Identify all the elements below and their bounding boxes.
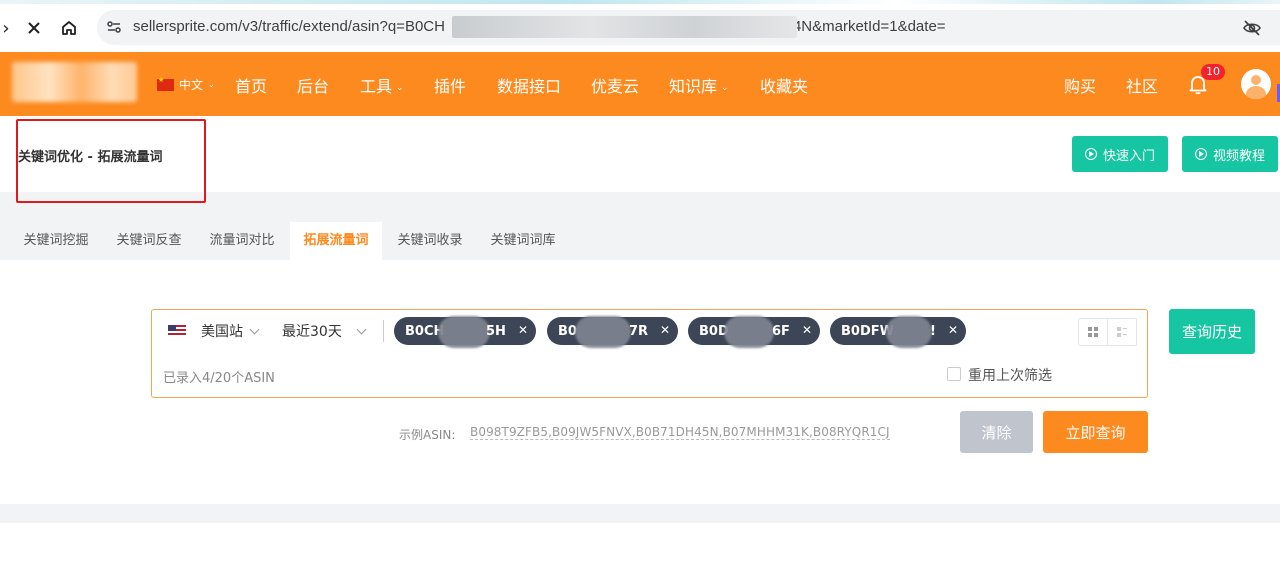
highlight-box	[16, 119, 206, 203]
language-selector[interactable]: 中文 ⌄	[157, 76, 215, 93]
asin-chip-tail: !	[930, 323, 936, 339]
asin-chip: B0CH 5H ✕	[394, 316, 536, 348]
tool-tabs: 关键词挖掘 关键词反查 流量词对比 拓展流量词 关键词收录 关键词词库	[0, 222, 1280, 260]
video-tutorial-label: 视频教程	[1212, 148, 1265, 164]
list-icon	[1117, 327, 1127, 337]
nav-youmaiyun[interactable]: 优麦云	[591, 73, 639, 97]
redaction-blob	[724, 316, 774, 348]
site-logo[interactable]	[12, 62, 137, 102]
site-settings-icon[interactable]	[105, 18, 123, 36]
nav-plugins[interactable]: 插件	[434, 73, 466, 97]
redaction-blob	[438, 316, 490, 348]
quick-start-label: 快速入门	[1102, 148, 1155, 164]
eye-off-icon[interactable]	[1242, 18, 1262, 38]
site-header: 中文 ⌄ 首页 后台 工具⌄ 插件 数据接口 优麦云 知识库⌄ 收藏夹 购买 社…	[0, 52, 1280, 116]
tab-traffic-compare[interactable]: 流量词对比	[198, 222, 286, 260]
nav-community[interactable]: 社区	[1126, 73, 1158, 97]
grid-icon	[1088, 327, 1098, 337]
main-panel: 美国站 最近30天 B0CH 5H ✕ B0 7R ✕ B0D 6F ✕ B0D…	[0, 260, 1280, 504]
chevron-down-icon: ⌄	[396, 83, 404, 93]
chevron-down-icon	[249, 324, 260, 335]
nav-home[interactable]: 首页	[235, 73, 267, 97]
example-asin-label: 示例ASIN:	[399, 428, 456, 442]
marketplace-select[interactable]: 美国站	[201, 321, 260, 341]
chevron-down-icon: ⌄	[208, 80, 215, 89]
grid-view-button[interactable]	[1079, 319, 1108, 345]
nav-dashboard[interactable]: 后台	[297, 73, 329, 97]
notification-badge: 10	[1201, 64, 1225, 80]
asin-chip: B0 7R ✕	[547, 316, 678, 348]
address-bar[interactable]: sellersprite.com/v3/traffic/extend/asin?…	[97, 10, 1280, 45]
redaction-blob	[575, 316, 631, 348]
stop-loading-button[interactable]	[20, 14, 48, 42]
asin-count: 已录入4/20个ASIN	[163, 371, 275, 386]
nav-data-api[interactable]: 数据接口	[497, 73, 561, 97]
clear-button[interactable]: 清除	[960, 411, 1033, 453]
avatar-body	[1246, 86, 1266, 99]
query-history-button[interactable]: 查询历史	[1169, 309, 1255, 354]
tab-strip-accent	[0, 0, 1280, 4]
asin-chip-tail: 7R	[629, 323, 649, 339]
forward-arrow-icon[interactable]: ›	[0, 14, 20, 42]
url-redaction	[452, 16, 797, 38]
tab-keyword-mining[interactable]: 关键词挖掘	[12, 222, 100, 260]
video-tutorial-button[interactable]: 视频教程	[1182, 136, 1278, 172]
chevron-down-icon	[356, 324, 367, 335]
us-flag-icon	[168, 325, 186, 337]
section-divider	[0, 504, 1280, 523]
quick-start-button[interactable]: 快速入门	[1072, 136, 1168, 172]
tab-keyword-index[interactable]: 关键词收录	[386, 222, 474, 260]
browser-toolbar: › sellersprite.com/v3/traffic/extend/asi…	[0, 0, 1280, 52]
date-range-select[interactable]: 最近30天	[282, 321, 367, 341]
chevron-down-icon: ⌄	[721, 83, 729, 93]
close-icon[interactable]: ✕	[802, 323, 812, 337]
nav-knowledge-base[interactable]: 知识库 ⌄	[669, 73, 729, 97]
reuse-filter-label[interactable]: 重用上次筛选	[968, 365, 1052, 385]
avatar[interactable]	[1241, 69, 1271, 99]
asin-chip: B0D 6F ✕	[688, 316, 820, 348]
tab-extend-traffic[interactable]: 拓展流量词	[290, 222, 382, 260]
example-asin-link[interactable]: B098T9ZFB5,B09JW5FNVX,B0B71DH45N,B07MHHM…	[470, 425, 890, 440]
view-toggle	[1078, 318, 1137, 346]
list-view-button[interactable]	[1108, 319, 1136, 345]
tab-keyword-library[interactable]: 关键词词库	[479, 222, 567, 260]
nav-tools[interactable]: 工具 ⌄	[360, 73, 404, 97]
play-circle-icon	[1194, 148, 1207, 160]
results-area	[0, 523, 1280, 565]
close-icon	[28, 22, 40, 34]
nav-favorites[interactable]: 收藏夹	[760, 73, 808, 97]
close-icon[interactable]: ✕	[948, 323, 958, 337]
close-icon[interactable]: ✕	[660, 323, 670, 337]
asin-input-box[interactable]: 美国站 最近30天 B0CH 5H ✕ B0 7R ✕ B0D 6F ✕ B0D…	[151, 309, 1148, 398]
marketplace-value: 美国站	[201, 324, 243, 340]
china-flag-icon	[157, 76, 174, 91]
asin-chip-tail: 5H	[486, 323, 506, 339]
nav-purchase[interactable]: 购买	[1064, 73, 1096, 97]
reuse-filter-checkbox[interactable]	[947, 367, 961, 381]
query-now-button[interactable]: 立即查询	[1043, 411, 1148, 453]
divider	[383, 320, 384, 342]
home-button[interactable]	[55, 14, 83, 42]
avatar-head	[1251, 75, 1261, 85]
play-circle-icon	[1084, 148, 1097, 160]
page-title-area: 关键词优化 - 拓展流量词 快速入门 视频教程	[0, 116, 1280, 203]
language-label: 中文	[179, 78, 204, 92]
redaction-blob	[886, 316, 932, 348]
asin-chip: B0DFW ! ✕	[830, 316, 966, 348]
tab-keyword-reverse[interactable]: 关键词反查	[105, 222, 193, 260]
asin-chip-tail: 6F	[772, 323, 790, 339]
date-range-value: 最近30天	[282, 324, 342, 340]
home-icon	[62, 21, 76, 35]
close-icon[interactable]: ✕	[518, 323, 528, 337]
